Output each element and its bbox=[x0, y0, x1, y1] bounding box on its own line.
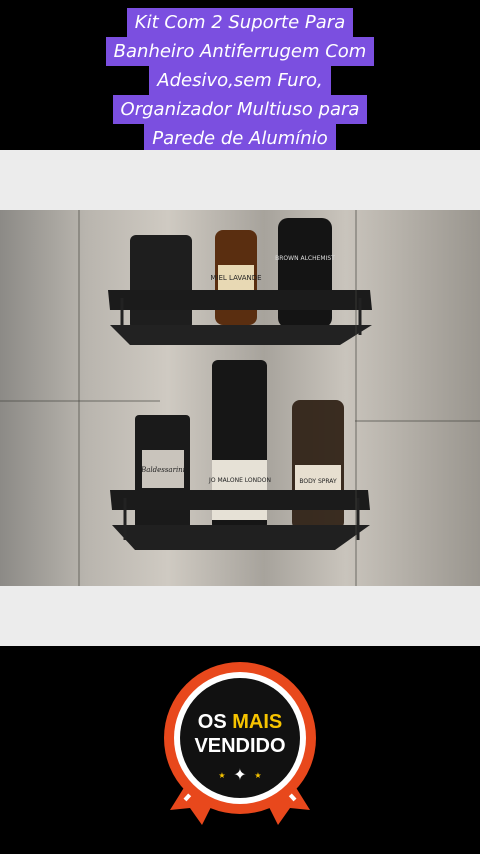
lower-shelf: Baldessarini JO MALONE LONDON BODY SPRAY bbox=[110, 360, 370, 550]
bottle-baldessarini-label: Baldessarini bbox=[140, 466, 185, 474]
caption-line-5: Parede de Alumínio bbox=[144, 124, 336, 153]
bottle-jo-malone-label: JO MALONE LONDON bbox=[208, 477, 271, 484]
caption-line-3: Adesivo,sem Furo, bbox=[149, 66, 331, 95]
badge-line1-b: MAIS bbox=[232, 711, 282, 733]
upper-shelf: MIEL LAVANDE BROWN ALCHEMIST bbox=[108, 218, 372, 345]
corner-shelf-illustration: MIEL LAVANDE BROWN ALCHEMIST Baldessarin… bbox=[108, 218, 372, 550]
bottle-body-spray-label: BODY SPRAY bbox=[299, 478, 337, 485]
product-photo: MIEL LAVANDE BROWN ALCHEMIST Baldessarin… bbox=[0, 210, 480, 586]
badge-line2: VENDIDO bbox=[194, 735, 285, 757]
caption-line-4: Organizador Multiuso para bbox=[112, 95, 368, 124]
bottle-miel-label: MIEL LAVANDE bbox=[210, 274, 261, 282]
star-right-icon: ★ bbox=[254, 771, 261, 780]
best-seller-badge: OS MAIS VENDIDO ✦ ★ ★ bbox=[160, 660, 320, 830]
product-title-caption: Kit Com 2 Suporte Para Banheiro Antiferr… bbox=[0, 8, 480, 153]
badge-line1: OS MAIS bbox=[198, 711, 282, 733]
badge-line1-a: OS bbox=[198, 711, 232, 733]
best-seller-badge-graphic: OS MAIS VENDIDO ✦ ★ ★ bbox=[164, 662, 316, 825]
sparkle-icon: ✦ bbox=[233, 765, 246, 784]
toothbrush-cup bbox=[130, 235, 192, 330]
bottle-brown-alchemist bbox=[278, 218, 332, 328]
star-left-icon: ★ bbox=[218, 771, 225, 780]
bottle-brown-label: BROWN ALCHEMIST bbox=[275, 255, 335, 262]
caption-line-1: Kit Com 2 Suporte Para bbox=[126, 8, 354, 37]
caption-line-2: Banheiro Antiferrugem Com bbox=[105, 37, 375, 66]
